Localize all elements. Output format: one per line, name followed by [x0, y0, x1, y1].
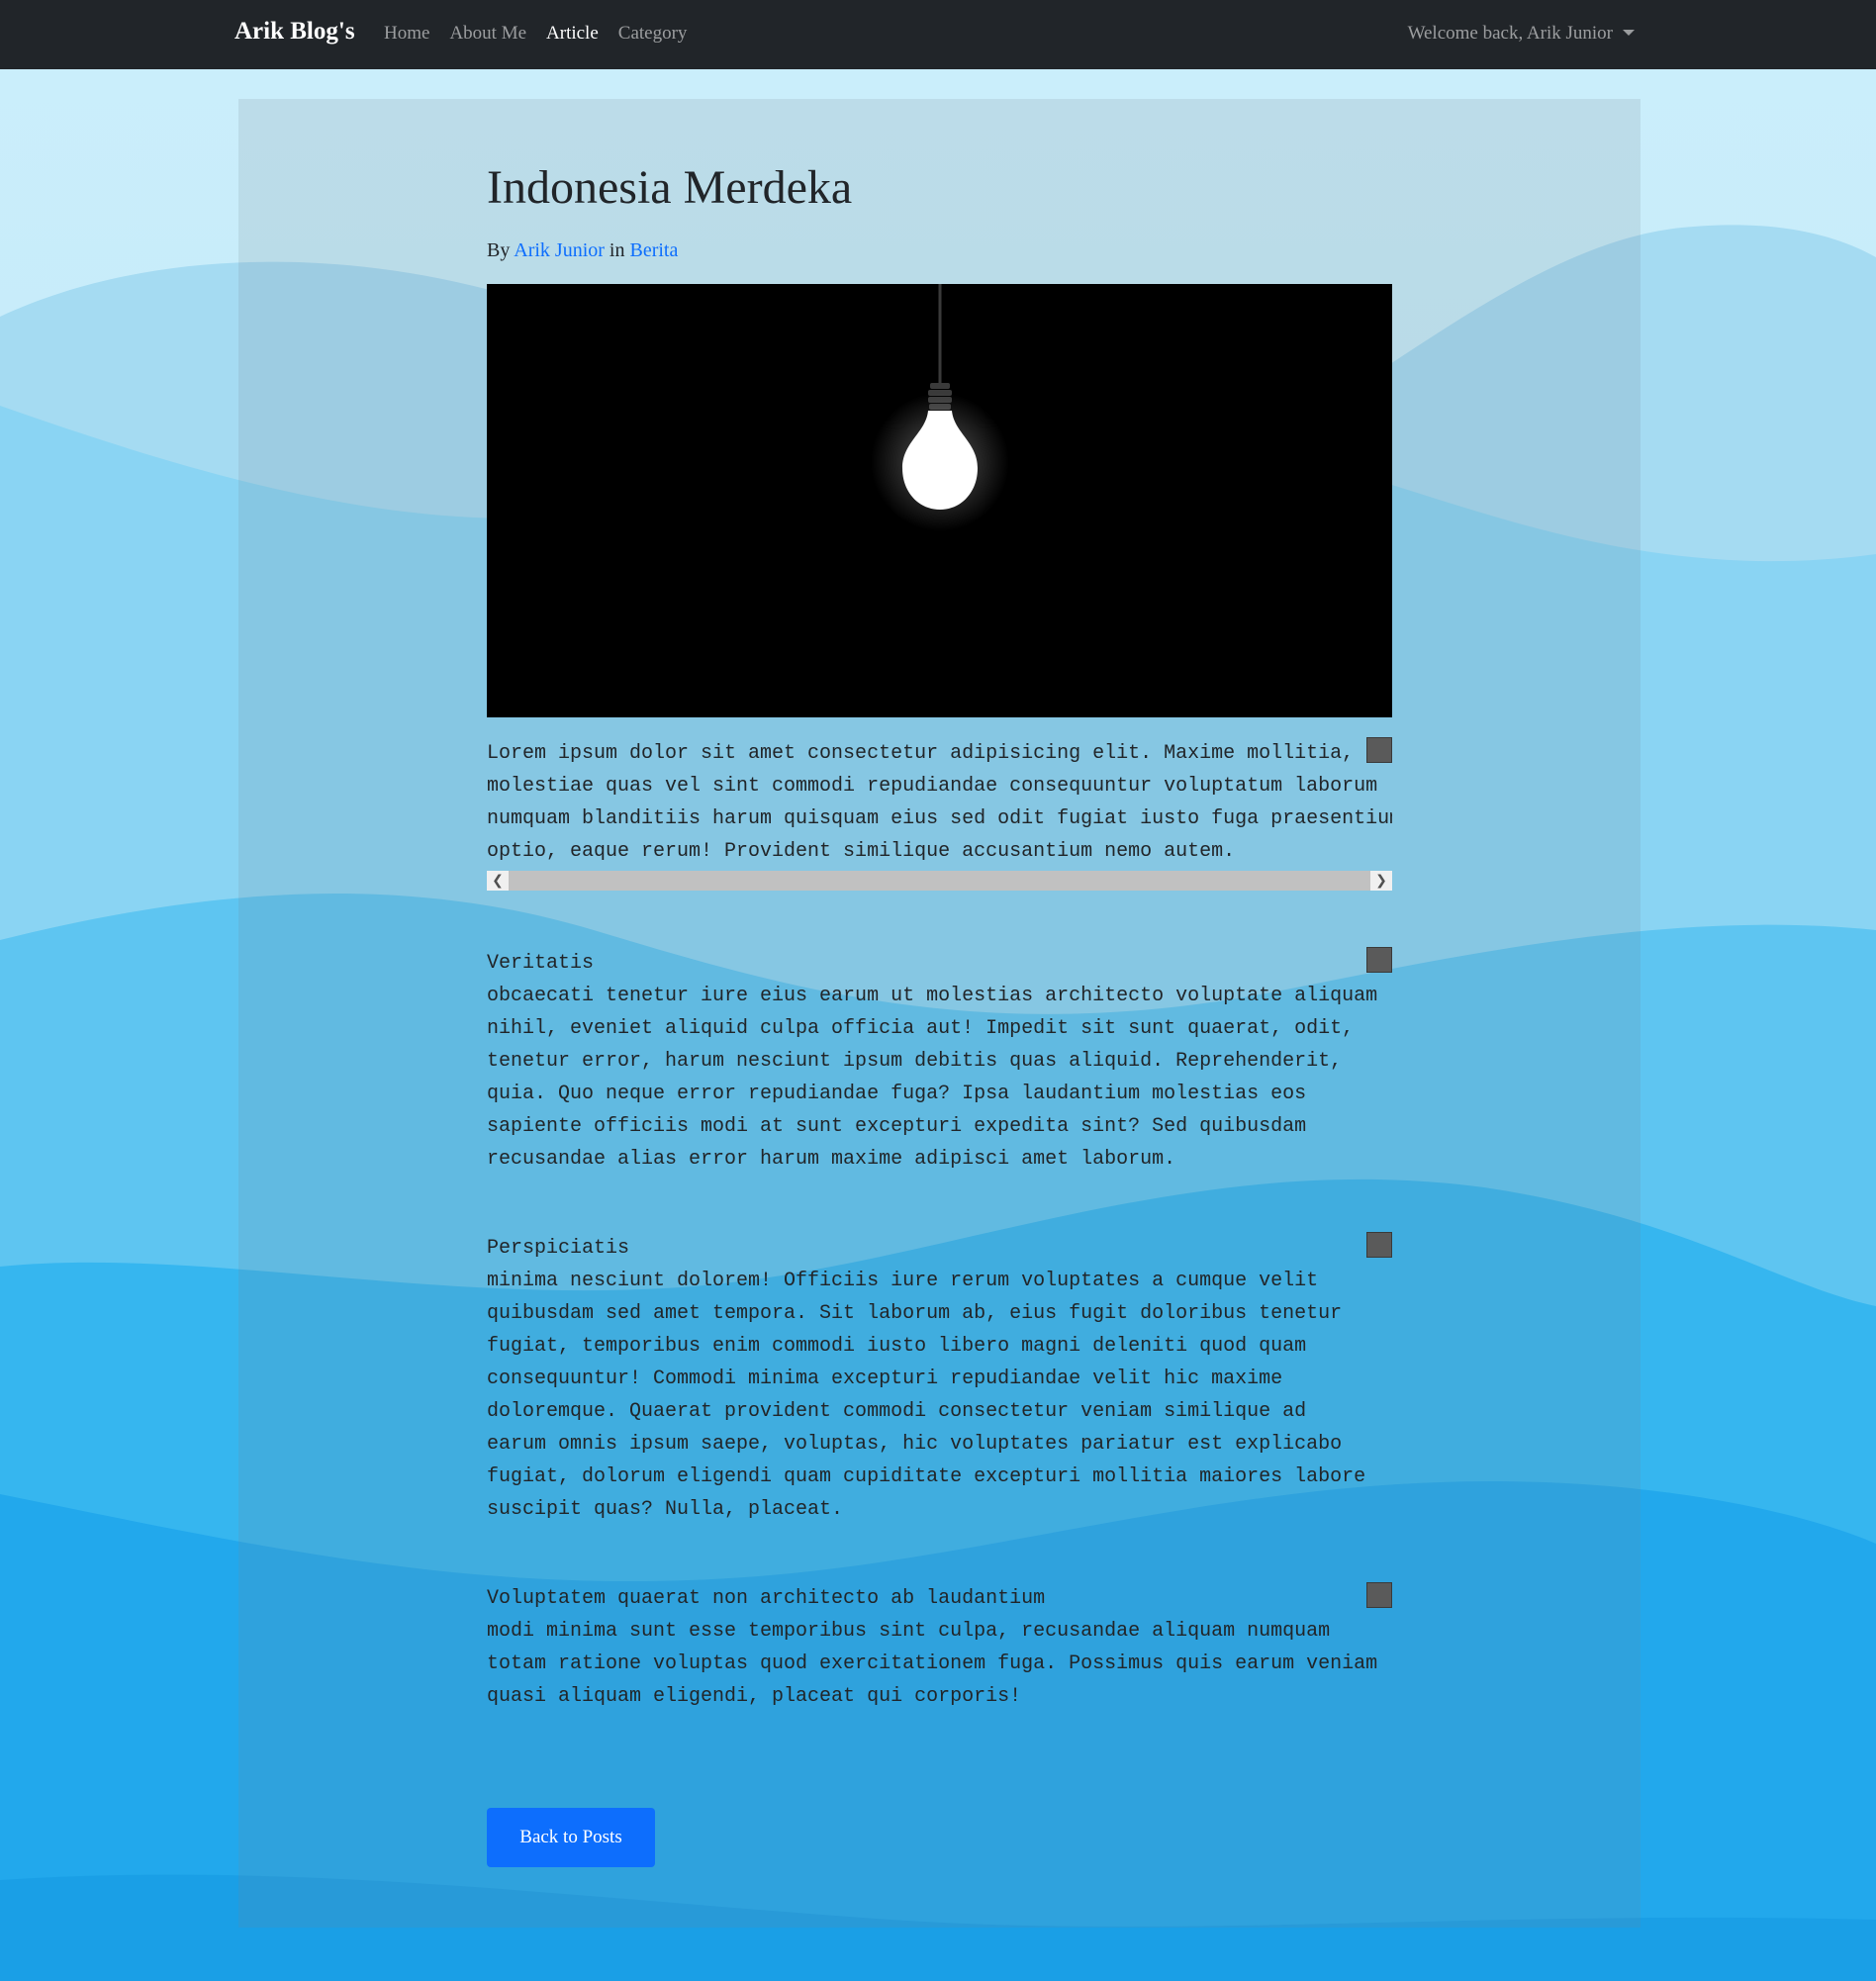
nav-category[interactable]: Category	[618, 23, 688, 45]
scroll-left-icon[interactable]: ❮	[487, 871, 509, 891]
post-content: Indonesia Merdeka By Arik Junior in Beri…	[487, 99, 1392, 1867]
broken-image-icon	[1366, 1582, 1392, 1608]
broken-image-icon	[1366, 947, 1392, 973]
back-to-posts-button[interactable]: Back to Posts	[487, 1808, 655, 1867]
light-bulb-icon	[487, 284, 1392, 717]
broken-image-icon	[1366, 737, 1392, 763]
section-heading: Perspiciatis	[487, 1237, 630, 1260]
section-line: suscipit quas? Nulla, placeat.	[487, 1498, 844, 1521]
section-line: modi minima sunt esse temporibus sint cu…	[487, 1620, 1331, 1643]
intro-line: numquam blanditiis harum quisquam eius s…	[487, 807, 1392, 830]
section-line: fugiat, temporibus enim commodi iusto li…	[487, 1335, 1307, 1358]
post-title: Indonesia Merdeka	[487, 161, 853, 214]
category-link[interactable]: Berita	[629, 239, 678, 261]
section-line: recusandae alias error harum maxime adip…	[487, 1148, 1176, 1171]
user-dropdown-label: Welcome back, Arik Junior	[1407, 23, 1613, 44]
top-navbar: Arik Blog's Home About Me Article Catego…	[0, 0, 1876, 69]
section-line: fugiat, dolorum eligendi quam cupiditate…	[487, 1465, 1366, 1488]
section-line: quia. Quo neque error repudiandae fuga? …	[487, 1083, 1307, 1105]
section-heading: Veritatis	[487, 952, 595, 975]
section-line: quasi aliquam eligendi, placeat qui corp…	[487, 1685, 1022, 1708]
section-veritatis: Veritatis obcaecati tenetur iure eius ea…	[487, 947, 1392, 1176]
brand-link[interactable]: Arik Blog's	[234, 18, 355, 46]
nav-home[interactable]: Home	[384, 23, 429, 45]
intro-block: Lorem ipsum dolor sit amet consectetur a…	[487, 737, 1392, 891]
nav-article[interactable]: Article	[546, 23, 599, 45]
section-perspiciatis: Perspiciatis minima nesciunt dolorem! Of…	[487, 1232, 1392, 1526]
section-line: doloremque. Quaerat provident commodi co…	[487, 1400, 1307, 1423]
intro-line: molestiae quas vel sint commodi repudian…	[487, 775, 1378, 798]
user-dropdown[interactable]: Welcome back, Arik Junior	[1408, 23, 1635, 45]
section-voluptatem: Voluptatem quaerat non architecto ab lau…	[487, 1582, 1392, 1713]
section-line: tenetur error, harum nesciunt ipsum debi…	[487, 1050, 1343, 1073]
nav-about-me[interactable]: About Me	[449, 23, 526, 45]
section-line: nihil, eveniet aliquid culpa officia aut…	[487, 1017, 1355, 1040]
section-line: obcaecati tenetur iure eius earum ut mol…	[487, 985, 1378, 1007]
section-line: sapiente officiis modi at sunt excepturi…	[487, 1115, 1307, 1138]
section-heading: Voluptatem quaerat non architecto ab lau…	[487, 1587, 1046, 1610]
section-line: totam ratione voluptas quod exercitation…	[487, 1652, 1378, 1675]
scroll-right-icon[interactable]: ❯	[1370, 871, 1392, 891]
intro-line: optio, eaque rerum! Provident similique …	[487, 840, 1236, 863]
section-line: quibusdam sed amet tempora. Sit laborum …	[487, 1302, 1343, 1325]
section-line: earum omnis ipsum saepe, voluptas, hic v…	[487, 1433, 1343, 1456]
broken-image-icon	[1366, 1232, 1392, 1258]
author-link[interactable]: Arik Junior	[514, 239, 605, 261]
section-line: minima nesciunt dolorem! Officiis iure r…	[487, 1270, 1319, 1292]
by-label: By	[487, 239, 511, 261]
post-image	[487, 284, 1392, 717]
in-label: in	[609, 239, 625, 261]
section-line: consequuntur! Commodi minima excepturi r…	[487, 1368, 1283, 1390]
intro-line: Lorem ipsum dolor sit amet consectetur a…	[487, 742, 1355, 765]
post-byline: By Arik Junior in Berita	[487, 239, 1392, 262]
caret-down-icon	[1623, 30, 1635, 36]
nav-links: Home About Me Article Category	[384, 23, 687, 45]
intro-paragraph: Lorem ipsum dolor sit amet consectetur a…	[487, 737, 1392, 868]
horizontal-scrollbar[interactable]: ❮ ❯	[487, 871, 1392, 891]
